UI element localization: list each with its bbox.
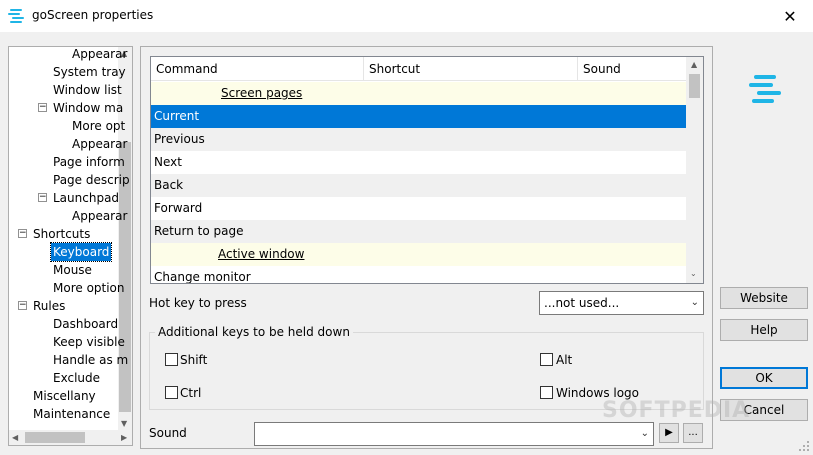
play-icon: ▶ (665, 427, 673, 438)
goscreen-logo-icon (749, 75, 781, 103)
help-button[interactable]: Help (720, 319, 808, 341)
table-row[interactable]: Current (151, 105, 686, 128)
collapse-icon[interactable]: − (38, 193, 47, 202)
table-row[interactable]: Back (151, 174, 686, 197)
tree-item[interactable]: Window ma (53, 99, 123, 117)
table-row[interactable]: Screen pages (151, 82, 686, 105)
tree-item[interactable]: Miscellany (33, 387, 96, 405)
tree-item[interactable]: Shortcuts (33, 225, 90, 243)
scroll-down-icon[interactable]: ▼ (121, 419, 127, 428)
title-bar: goScreen properties ✕ (0, 0, 813, 32)
close-button[interactable]: ✕ (767, 0, 813, 32)
tree-item[interactable]: Rules (33, 297, 65, 315)
table-row[interactable]: Forward (151, 197, 686, 220)
close-icon: ✕ (783, 6, 797, 26)
watermark-text: SOFTPEDIA (602, 398, 751, 423)
tree-item[interactable]: Page descrip (53, 171, 130, 189)
tree-horizontal-thumb[interactable] (25, 432, 85, 443)
alt-label: Alt (556, 353, 573, 367)
list-header: Command Shortcut Sound (151, 57, 687, 81)
settings-tree[interactable]: ▲ ▼ ◀ ▶ Appearar System tray Window list Wi… (8, 46, 133, 446)
website-button[interactable]: Website (720, 287, 808, 309)
tree-item[interactable]: Keyboard (49, 242, 113, 262)
scroll-right-icon[interactable]: ▶ (121, 433, 127, 442)
chevron-down-icon: ⌄ (690, 297, 699, 308)
shift-label: Shift (180, 353, 208, 367)
window-title: goScreen properties (32, 8, 154, 22)
list-vertical-thumb[interactable] (689, 74, 700, 98)
column-header-command[interactable]: Command (151, 57, 364, 81)
table-row[interactable]: Return to page (151, 220, 686, 243)
group-header-label: Screen pages (221, 86, 303, 100)
command-list[interactable]: Command Shortcut Sound Screen pages Curre… (150, 56, 704, 284)
windows-logo-checkbox[interactable] (540, 386, 553, 399)
column-header-sound[interactable]: Sound (578, 57, 687, 81)
shift-checkbox[interactable] (165, 353, 178, 366)
scroll-up-icon[interactable]: ▲ (691, 60, 697, 69)
resize-grip-icon[interactable] (798, 440, 810, 452)
browse-label: ... (688, 427, 698, 438)
collapse-icon[interactable]: − (18, 301, 27, 310)
hotkey-label: Hot key to press (149, 296, 247, 310)
table-row[interactable]: Next (151, 151, 686, 174)
tree-item[interactable]: More opt (72, 117, 125, 135)
tree-horizontal-scrollbar[interactable]: ◀ ▶ (9, 430, 132, 445)
tree-item[interactable]: Window list (53, 81, 122, 99)
goscreen-app-icon (8, 9, 24, 23)
tree-item[interactable]: More option (53, 279, 125, 297)
list-vertical-scrollbar[interactable]: ▲ ⌄ (686, 57, 703, 283)
ctrl-label: Ctrl (180, 386, 202, 400)
column-header-shortcut[interactable]: Shortcut (364, 57, 578, 81)
chevron-down-icon: ⌄ (640, 428, 649, 439)
collapse-icon[interactable]: − (18, 229, 27, 238)
tree-item[interactable]: Page inform (53, 153, 125, 171)
tree-item[interactable]: Launchpad (53, 189, 119, 207)
tree-item[interactable]: System tray (53, 63, 126, 81)
alt-checkbox[interactable] (540, 353, 553, 366)
tree-item[interactable]: Appearar (72, 207, 127, 225)
tree-item[interactable]: Handle as m (53, 351, 128, 369)
hotkey-value: ...not used... (544, 296, 620, 310)
tree-item[interactable]: Maintenance (33, 405, 110, 423)
tree-item[interactable]: Mouse (53, 261, 92, 279)
scroll-left-icon[interactable]: ◀ (12, 433, 18, 442)
play-sound-button[interactable]: ▶ (659, 423, 679, 443)
tree-item[interactable]: Appearar (72, 135, 127, 153)
hotkey-select[interactable]: ...not used... ⌄ (539, 291, 704, 315)
chevron-down-icon[interactable]: ⌄ (690, 269, 697, 278)
ok-button[interactable]: OK (720, 367, 808, 389)
additional-keys-title: Additional keys to be held down (155, 325, 353, 339)
table-row[interactable]: Previous (151, 128, 686, 151)
table-row[interactable]: Change monitor (151, 266, 686, 283)
group-header-label: Active window (218, 247, 305, 261)
tree-item[interactable]: Keep visible (53, 333, 125, 351)
sound-select[interactable]: ⌄ (254, 422, 654, 446)
sound-label: Sound (149, 426, 187, 440)
tree-item[interactable]: Dashboard (53, 315, 118, 333)
browse-sound-button[interactable]: ... (683, 423, 703, 443)
collapse-icon[interactable]: − (38, 103, 47, 112)
tree-item[interactable]: Appearar (72, 47, 127, 63)
tree-item[interactable]: Exclude (53, 369, 100, 387)
ctrl-checkbox[interactable] (165, 386, 178, 399)
table-row[interactable]: Active window (151, 243, 686, 266)
